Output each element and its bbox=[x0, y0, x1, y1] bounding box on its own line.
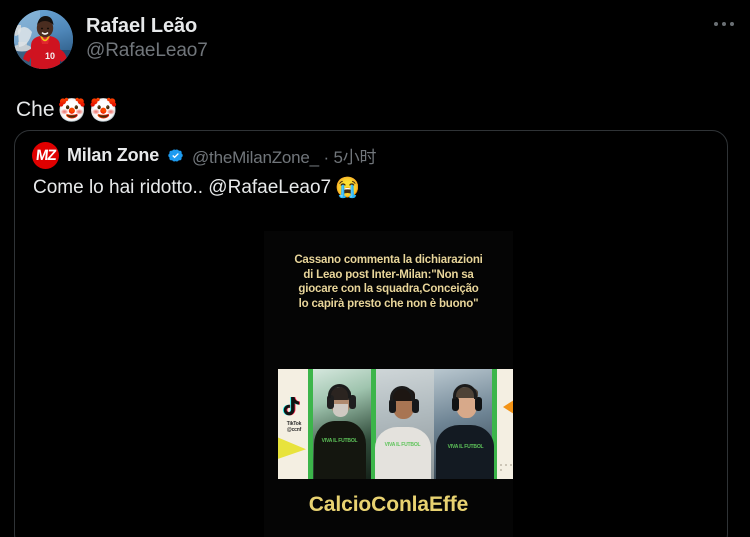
quoted-text-content: Come lo hai ridotto.. @RafaeLeao7 bbox=[33, 177, 332, 198]
avatar-image: 10 bbox=[14, 10, 73, 69]
shirt-graphic-text: VIVA IL FUTBOL bbox=[447, 444, 484, 450]
quoted-tweet-card[interactable]: MZ Milan Zone @theMilanZone_ · 5小时 Come … bbox=[14, 130, 728, 537]
quoted-avatar-initials: MZ bbox=[34, 146, 57, 164]
svg-text:10: 10 bbox=[45, 51, 55, 61]
quoted-timestamp[interactable]: 5小时 bbox=[333, 148, 376, 167]
yellow-wedge-decoration bbox=[278, 435, 306, 461]
author-block: Rafael Leão @RafaeLeao7 bbox=[86, 10, 208, 63]
person-torso bbox=[436, 425, 494, 479]
tiktok-icon bbox=[282, 397, 300, 416]
shirt-graphic-text: VIVA IL FUTBOL bbox=[321, 438, 358, 444]
shirt-graphic-text: VIVA IL FUTBOL bbox=[384, 442, 421, 448]
quoted-avatar[interactable]: MZ bbox=[32, 141, 59, 169]
meta-separator: · bbox=[323, 147, 329, 167]
dot-pattern-decoration bbox=[500, 464, 513, 471]
dot bbox=[730, 22, 734, 26]
avatar[interactable]: 10 bbox=[14, 10, 73, 69]
quoted-tweet-text: Come lo hai ridotto.. @RafaeLeao7 😭 bbox=[15, 165, 727, 201]
video-right-strip bbox=[497, 369, 513, 479]
verified-badge-icon bbox=[168, 149, 183, 161]
quoted-tweet-header: MZ Milan Zone @theMilanZone_ · 5小时 bbox=[15, 131, 727, 169]
person-torso bbox=[314, 421, 366, 479]
tweet-header: 10 Rafael Leão @RafaeLeao7 bbox=[14, 10, 736, 78]
quoted-tweet-meta: @theMilanZone_ · 5小时 bbox=[192, 143, 377, 168]
display-name[interactable]: Rafael Leão bbox=[86, 14, 208, 39]
video-panel-person-1: VIVA IL FUTBOL bbox=[308, 369, 371, 479]
video-panel-person-3: VIVA IL FUTBOL bbox=[434, 369, 497, 479]
video-left-strip: TikTok @ccnf bbox=[278, 369, 308, 479]
dot bbox=[505, 464, 507, 466]
headphone-pad bbox=[412, 399, 419, 413]
clown-face-emoji: 🤡 bbox=[57, 96, 87, 123]
tweet-container: 10 Rafael Leão @RafaeLeao7 Che 🤡 🤡 MZ Mi… bbox=[0, 0, 750, 537]
tweet-text-content: Che bbox=[16, 98, 55, 121]
green-accent-bar bbox=[308, 369, 313, 479]
headphone-pad bbox=[475, 397, 482, 411]
media-footer-text: CalcioConlaEffe bbox=[308, 493, 469, 516]
media-caption-text: Cassano commenta la dichiarazioni di Lea… bbox=[294, 254, 483, 310]
tweet-text: Che 🤡 🤡 bbox=[16, 96, 736, 124]
video-panel-person-2: VIVA IL FUTBOL bbox=[371, 369, 434, 479]
quoted-display-name[interactable]: Milan Zone bbox=[67, 145, 159, 166]
dot bbox=[714, 22, 718, 26]
dot bbox=[510, 464, 512, 466]
quoted-handle[interactable]: @theMilanZone_ bbox=[192, 148, 319, 167]
person-beard bbox=[333, 404, 348, 417]
video-thumbnail[interactable]: TikTok @ccnf VIVA IL FUTBOL VIVA IL FUTB… bbox=[278, 369, 513, 479]
dot bbox=[722, 22, 726, 26]
tiktok-watermark-label: TikTok @ccnf bbox=[280, 421, 308, 433]
clown-face-emoji: 🤡 bbox=[89, 96, 118, 123]
headphone-pad bbox=[389, 399, 396, 413]
loudly-crying-face-emoji: 😭 bbox=[335, 177, 361, 199]
person-torso bbox=[375, 427, 431, 479]
headphone-pad bbox=[452, 397, 459, 411]
tiktok-watermark-handle: @ccnf bbox=[286, 427, 302, 433]
more-options-icon[interactable] bbox=[714, 22, 734, 26]
user-handle[interactable]: @RafaeLeao7 bbox=[86, 39, 208, 63]
dot bbox=[500, 469, 502, 471]
dot bbox=[500, 464, 502, 466]
orange-chevron-decoration bbox=[503, 389, 513, 425]
quoted-tweet-media[interactable]: Cassano commenta la dichiarazioni di Lea… bbox=[264, 231, 513, 537]
